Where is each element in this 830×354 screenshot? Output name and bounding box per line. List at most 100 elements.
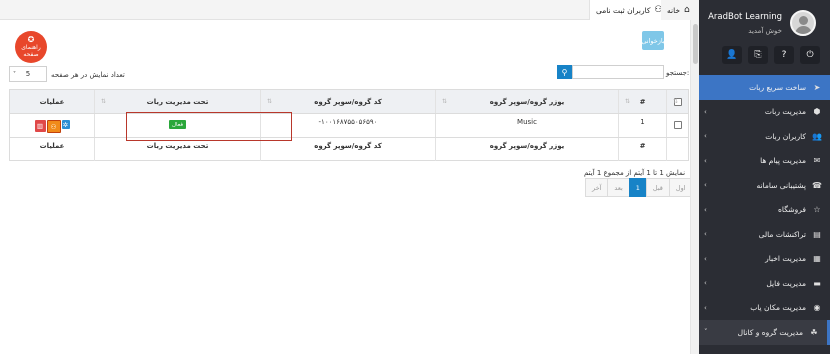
tab-home[interactable]: خانه ⌂ xyxy=(661,0,699,20)
sidebar-item[interactable]: ‹ فروشگاه ☆ xyxy=(699,198,830,223)
chevron-icon: ‹ xyxy=(704,205,707,214)
gear-icon: ✲ xyxy=(62,120,69,129)
sidebar-item-label: مدیریت گروه و کانال xyxy=(737,327,803,337)
help-circle-icon: ? xyxy=(781,50,787,60)
table-info: نمایش 1 تا 1 آیتم از مجموع 1 آیتم xyxy=(584,169,686,177)
search-button[interactable]: ⚲ xyxy=(557,65,572,79)
sidebar-item-label: پشتیبانی سامانه xyxy=(756,180,806,190)
row-select xyxy=(666,114,688,137)
power-icon: ⏻ xyxy=(806,50,814,60)
sidebar-item[interactable]: ‹ پشتیبانی سامانه ☎ xyxy=(699,173,830,198)
news-icon: ▦ xyxy=(813,254,821,264)
group-users-button[interactable]: ⚇ xyxy=(46,120,61,133)
refresh-button[interactable]: بازخوانی xyxy=(641,31,665,50)
chevron-icon: ‹ xyxy=(704,303,707,312)
sidebar-item[interactable]: ˅ مدیریت گروه و کانال ☘ xyxy=(699,320,830,345)
row-actions: ▥ ⚇ ✲ xyxy=(34,120,70,133)
sidebar-item-label: مدیریت فایل xyxy=(766,278,806,288)
page-help-button[interactable]: ✪ راهنمای صفحه xyxy=(15,31,47,63)
tab-registered-users[interactable]: کاربران ثبت نامی ⚇ xyxy=(589,0,663,20)
header-user-label: یوزر گروه/سوپر گروه xyxy=(489,97,565,106)
content-scrollbar[interactable] xyxy=(690,20,699,354)
sidebar-menu: ساخت سریع ربات ➤ ‹ مدیریت ربات ⬢ ‹ کاربران ربا… xyxy=(699,75,830,345)
row-user: Music xyxy=(435,114,618,137)
sidebar-item[interactable]: ‹ مدیریت ربات ⬢ xyxy=(699,100,830,125)
page-size-value: 5 xyxy=(25,70,31,78)
table-header-row: ⇅ # ⇅ یوزر گروه/سوپر گروه ⇅ کد گروه/سوپر… xyxy=(10,90,688,114)
chevron-icon: ‹ xyxy=(704,107,707,116)
sidebar: AradBot Learning خوش آمدید 👤 ⎘? ⏻ ساخت سری… xyxy=(699,0,830,354)
sidebar-item[interactable]: ‹ مدیریت مکان یاب ◉ xyxy=(699,296,830,321)
rocket-icon: ➤ xyxy=(813,82,821,92)
page-prev[interactable]: قبل xyxy=(645,178,670,197)
sort-icon: ⇅ xyxy=(267,98,273,105)
sidebar-item-label: تراکنشات مالی xyxy=(758,229,806,239)
header-code[interactable]: کد گروه/سوپر گروه ⇅ xyxy=(260,90,435,113)
settings-button[interactable]: ✲ xyxy=(61,120,70,129)
avatar xyxy=(790,10,816,36)
header-num-label: # xyxy=(639,97,646,106)
page-size-select[interactable]: ˅ 5 xyxy=(9,66,47,82)
sidebar-item[interactable]: ‹ مدیریت فایل ▬ xyxy=(699,271,830,296)
support-icon: ☎ xyxy=(812,180,822,190)
sidebar-item-label: کاربران ربات xyxy=(765,131,806,141)
group-icon: ☘ xyxy=(810,327,818,337)
user-action-button[interactable]: ? xyxy=(774,46,794,64)
user-actions: 👤 ⎘? ⏻ xyxy=(722,46,820,64)
footer-blank xyxy=(666,138,688,161)
sidebar-item[interactable]: ‹ مدیریت پیام ها ✉ xyxy=(699,149,830,174)
location-icon: ◉ xyxy=(813,303,821,313)
row-num: 1 xyxy=(618,114,666,137)
sidebar-item-label: مدیریت پیام ها xyxy=(760,156,806,166)
header-user[interactable]: یوزر گروه/سوپر گروه ⇅ xyxy=(435,90,618,113)
header-mgmt[interactable]: تحت مدیریت ربات ⇅ xyxy=(94,90,260,113)
row-checkbox[interactable] xyxy=(673,121,682,129)
table-row: 1 Music -۱۰۰۱۶۸۷۵۵۰۵۶۵۹۰ فعال ▥ ⚇ ✲ xyxy=(10,114,688,138)
user-welcome: خوش آمدید xyxy=(748,27,782,35)
scrollbar-thumb[interactable] xyxy=(693,24,698,64)
page-next[interactable]: بعد xyxy=(607,178,630,197)
footer-user: یوزر گروه/سوپر گروه xyxy=(435,138,618,161)
chevron-icon: ‹ xyxy=(704,254,707,263)
sidebar-item[interactable]: ‹ تراکنشات مالی ▤ xyxy=(699,222,830,247)
sidebar-item[interactable]: ‹ کاربران ربات 👥 xyxy=(699,124,830,149)
row-ops: ▥ ⚇ ✲ xyxy=(10,114,94,137)
header-select-all[interactable]: ⇅ xyxy=(666,90,688,113)
chevron-icon: ‹ xyxy=(704,156,707,165)
user-action-button[interactable]: 👤 xyxy=(722,46,742,64)
header-num[interactable]: # ⇅ xyxy=(618,90,666,113)
sidebar-item-label: ساخت سریع ربات xyxy=(749,82,806,92)
header-ops: عملیات xyxy=(10,90,94,113)
envelope-icon: ✉ xyxy=(813,156,821,166)
trash-icon: ▥ xyxy=(36,122,44,130)
table-footer-row: # یوزر گروه/سوپر گروه کد گروه/سوپر گروه … xyxy=(10,138,688,161)
sort-icon: ⇅ xyxy=(625,98,631,105)
help-line1: راهنمای xyxy=(21,44,41,51)
top-bar: کاربران ثبت نامی ⚇ › خانه ⌂ xyxy=(0,0,699,20)
sidebar-item[interactable]: ساخت سریع ربات ➤ xyxy=(699,75,830,100)
footer-num: # xyxy=(618,138,666,161)
page-current[interactable]: 1 xyxy=(628,178,647,197)
user-action-button[interactable]: ⏻ xyxy=(800,46,820,64)
users-icon: 👥 xyxy=(812,131,822,141)
delete-button[interactable]: ▥ xyxy=(34,120,46,132)
footer-mgmt: تحت مدیریت ربات xyxy=(94,138,260,161)
help-line2: صفحه xyxy=(23,51,39,58)
folder-icon: ▬ xyxy=(813,278,821,288)
transactions-icon: ▤ xyxy=(813,229,821,239)
sidebar-item-label: مدیریت مکان یاب xyxy=(750,303,806,313)
user-group-icon: 👤 xyxy=(726,50,738,60)
sidebar-item-label: مدیریت ربات xyxy=(764,107,806,117)
user-action-button[interactable]: ⎘ xyxy=(748,46,768,64)
sidebar-item[interactable]: ‹ مدیریت اخبار ▦ xyxy=(699,247,830,272)
sort-icon: ⇅ xyxy=(442,98,448,105)
highlight-box xyxy=(126,112,292,141)
search-icon: ⚲ xyxy=(561,67,568,77)
page-last[interactable]: آخر xyxy=(585,178,609,197)
footer-code: کد گروه/سوپر گروه xyxy=(260,138,435,161)
chevron-down-icon: ˅ xyxy=(13,70,16,78)
chevron-icon: ‹ xyxy=(704,230,707,239)
search-input[interactable] xyxy=(572,65,664,79)
android-icon: ⬢ xyxy=(813,107,821,117)
user-name: AradBot Learning xyxy=(708,12,782,22)
